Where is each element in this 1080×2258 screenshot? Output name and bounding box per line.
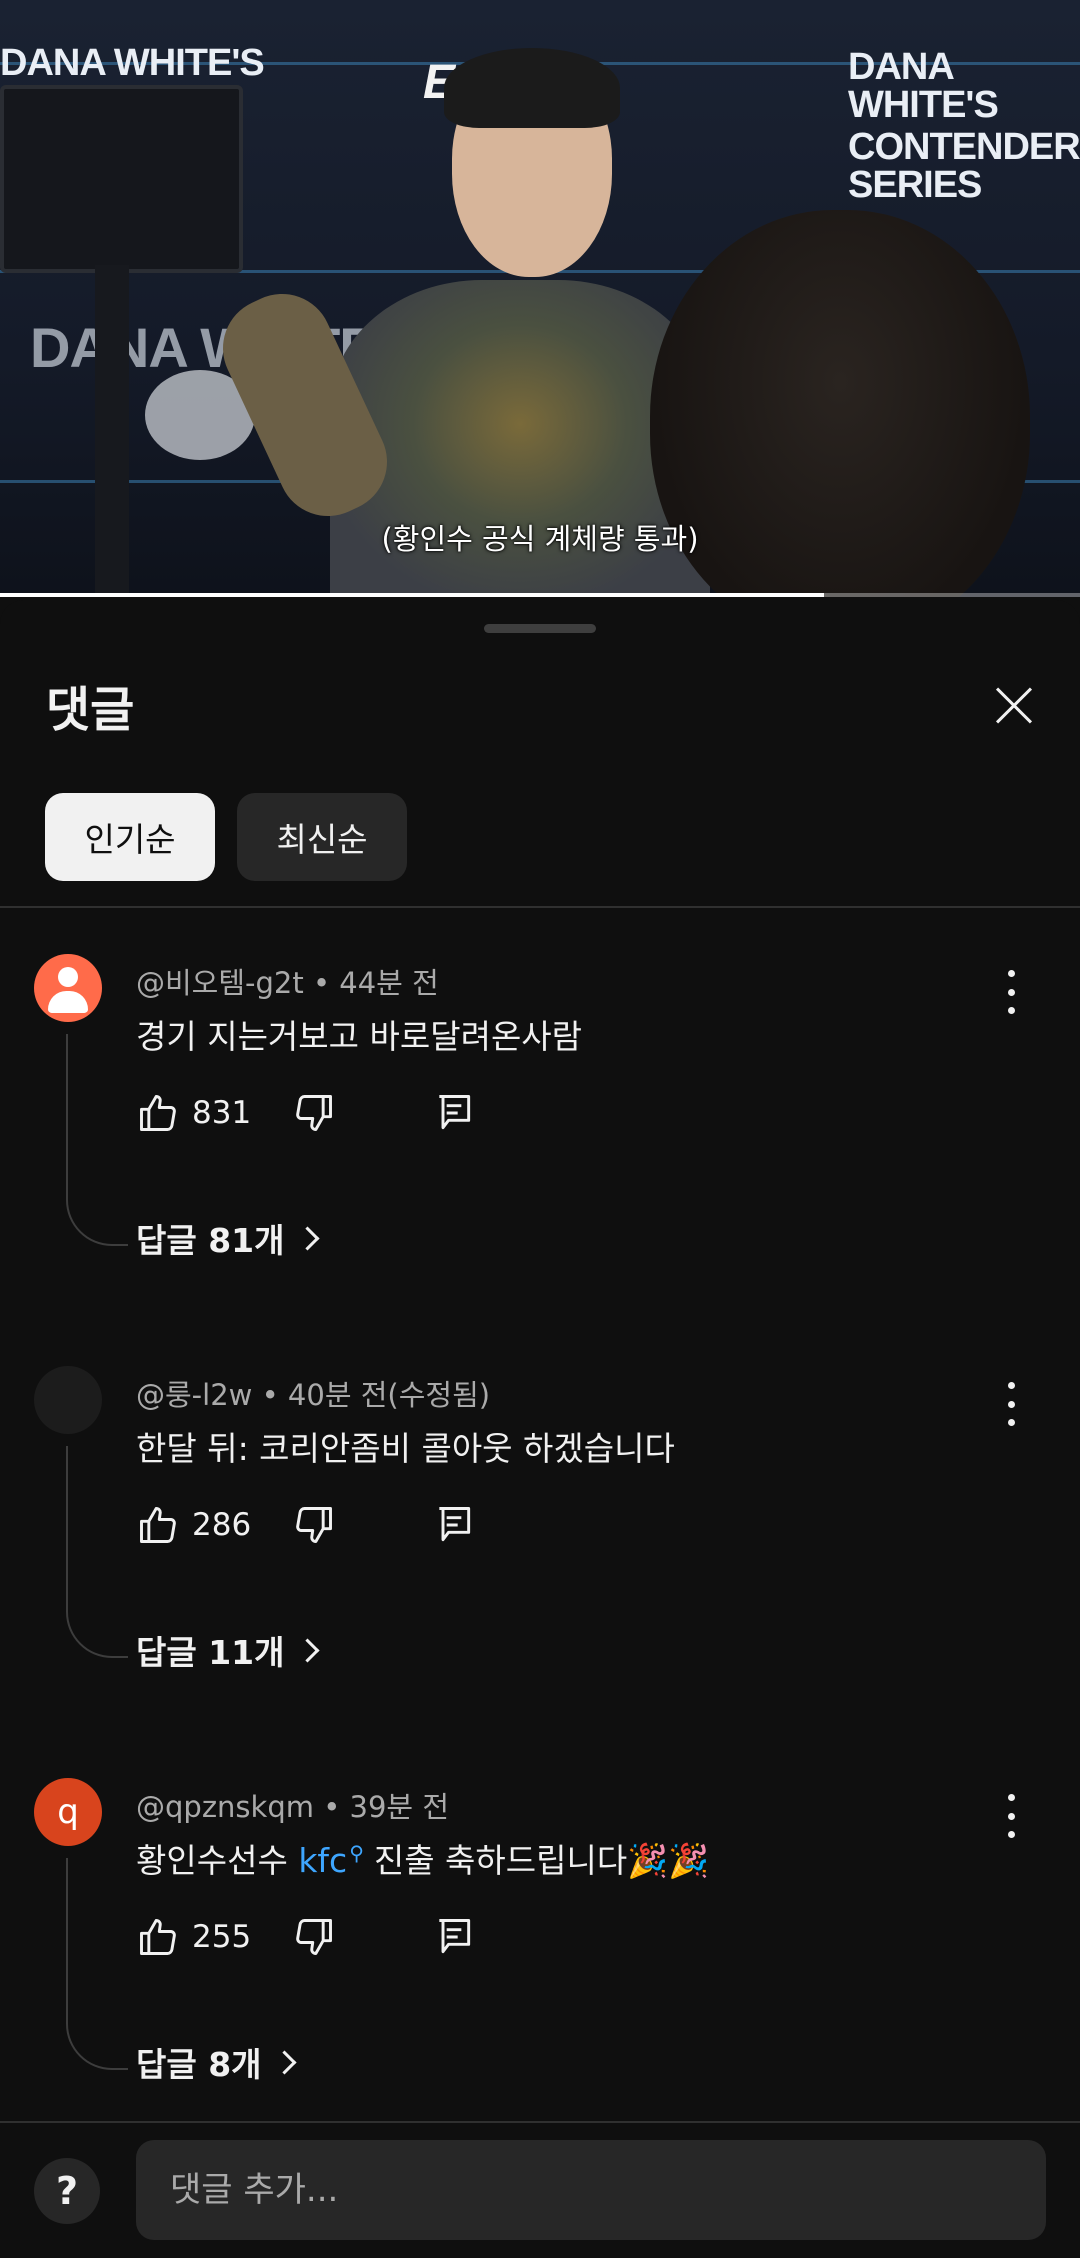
reply-button[interactable]	[432, 1500, 476, 1550]
meta-separator: •	[323, 1790, 350, 1824]
fighter-hair	[444, 48, 620, 128]
composer-divider	[0, 2121, 1080, 2123]
add-comment-input[interactable]	[136, 2140, 1046, 2240]
comment-time: 39분 전	[349, 1790, 450, 1824]
reply-thread-line	[66, 1858, 128, 2070]
meta-separator: •	[261, 1378, 288, 1412]
thumbs-up-icon	[140, 1919, 176, 1955]
drag-handle[interactable]	[484, 624, 596, 633]
view-replies-button[interactable]: 답글 81개	[136, 1214, 320, 1262]
avatar[interactable]	[34, 1366, 102, 1434]
thumbs-down-icon	[296, 1507, 332, 1543]
thumbs-down-icon	[296, 1095, 332, 1131]
reply-thread-line	[66, 1446, 128, 1658]
comment-item: q @qpznskqm • 39분 전 황인수선수 kfc ⚲ 진출 축하드립니다🎉…	[0, 1734, 1080, 2144]
comment-meta: @룽-l2w • 40분 전(수정됨)	[136, 1372, 490, 1414]
video-subtitle: (황인수 공식 계체량 통과)	[381, 522, 699, 556]
comment-text: 한달 뒤: 코리안좀비 콜아웃 하겠습니다	[136, 1429, 675, 1468]
avatar[interactable]: q	[34, 1778, 102, 1846]
more-options-icon[interactable]	[996, 1382, 1026, 1426]
like-button[interactable]: 286	[136, 1500, 251, 1550]
chevron-right-icon	[294, 1225, 320, 1251]
reply-thread-line	[66, 1034, 128, 1246]
camera-prop	[0, 85, 243, 273]
comment-text-after: 진출 축하드립니다🎉🎉	[373, 1841, 710, 1880]
wall-logo-right: DANA WHITE'S CONTENDER SERIES	[848, 46, 1080, 206]
replies-label: 답글 11개	[136, 1633, 285, 1672]
help-icon[interactable]: ?	[34, 2158, 100, 2224]
replies-label: 답글 81개	[136, 1221, 285, 1260]
chevron-right-icon	[272, 2049, 297, 2075]
sheet-divider	[0, 906, 1080, 908]
reply-button[interactable]	[432, 1088, 476, 1138]
dislike-button[interactable]	[292, 1088, 336, 1138]
view-replies-button[interactable]: 답글 8개	[136, 2038, 297, 2086]
more-options-icon[interactable]	[996, 970, 1026, 1014]
like-button[interactable]: 831	[136, 1088, 251, 1138]
comment-item: @룽-l2w • 40분 전(수정됨) 한달 뒤: 코리안좀비 콜아웃 하겠습니…	[0, 1322, 1080, 1732]
comment-meta: @비오템-g2t • 44분 전	[136, 960, 439, 1002]
video-player[interactable]: DANA WHITE'S DANA WHITE'S CONTENDER SERI…	[0, 0, 1080, 597]
comment-time: 44분 전	[339, 966, 439, 1000]
like-count: 831	[192, 1095, 252, 1131]
comment-time: 40분 전(수정됨)	[287, 1378, 491, 1412]
thumbs-up-icon	[140, 1095, 176, 1131]
video-progress-bar[interactable]	[0, 593, 1080, 597]
comments-sheet: 댓글 인기순 최신순 @비오템-g2t • 44분 전 경기 지는거보고 바로달…	[0, 600, 1080, 2258]
avatar-letter: q	[57, 1792, 79, 1832]
search-icon[interactable]: ⚲	[349, 1841, 364, 1865]
close-icon[interactable]	[984, 676, 1044, 736]
reply-button[interactable]	[432, 1912, 476, 1962]
dislike-button[interactable]	[292, 1912, 336, 1962]
comment-text: 경기 지는거보고 바로달려온사람	[136, 1017, 583, 1056]
search-link[interactable]: kfc	[298, 1841, 347, 1880]
video-progress-fill	[0, 593, 825, 597]
comment-author[interactable]: @qpznskqm	[136, 1790, 314, 1824]
comment-author[interactable]: @룽-l2w	[136, 1378, 252, 1412]
more-options-icon[interactable]	[996, 1794, 1026, 1838]
wall-logo-left: DANA WHITE'S	[0, 42, 265, 84]
comment-meta: @qpznskqm • 39분 전	[136, 1784, 449, 1826]
comment-author[interactable]: @비오템-g2t	[136, 966, 304, 1000]
comment-text: 황인수선수 kfc ⚲ 진출 축하드립니다🎉🎉	[136, 1834, 709, 1882]
meta-separator: •	[312, 966, 340, 1000]
view-replies-button[interactable]: 답글 11개	[136, 1626, 320, 1674]
comment-text-before: 황인수선수	[136, 1841, 288, 1880]
dislike-button[interactable]	[292, 1500, 336, 1550]
sort-chip-top[interactable]: 인기순	[45, 793, 215, 881]
comment-item: @비오템-g2t • 44분 전 경기 지는거보고 바로달려온사람 831 답글…	[0, 910, 1080, 1320]
avatar[interactable]	[34, 954, 102, 1022]
like-count: 286	[192, 1507, 252, 1543]
person-icon-shoulders	[48, 991, 88, 1013]
like-count: 255	[192, 1919, 252, 1955]
thumbs-down-icon	[296, 1919, 332, 1955]
reply-comment-icon	[439, 1095, 471, 1130]
chevron-right-icon	[294, 1637, 320, 1663]
reply-comment-icon	[439, 1507, 471, 1542]
thumbs-up-icon	[140, 1507, 176, 1543]
replies-label: 답글 8개	[136, 2045, 262, 2084]
sheet-title: 댓글	[46, 682, 135, 738]
reply-comment-icon	[439, 1919, 471, 1954]
sort-chip-newest[interactable]: 최신순	[237, 793, 407, 881]
like-button[interactable]: 255	[136, 1912, 251, 1962]
person-icon	[58, 967, 78, 987]
